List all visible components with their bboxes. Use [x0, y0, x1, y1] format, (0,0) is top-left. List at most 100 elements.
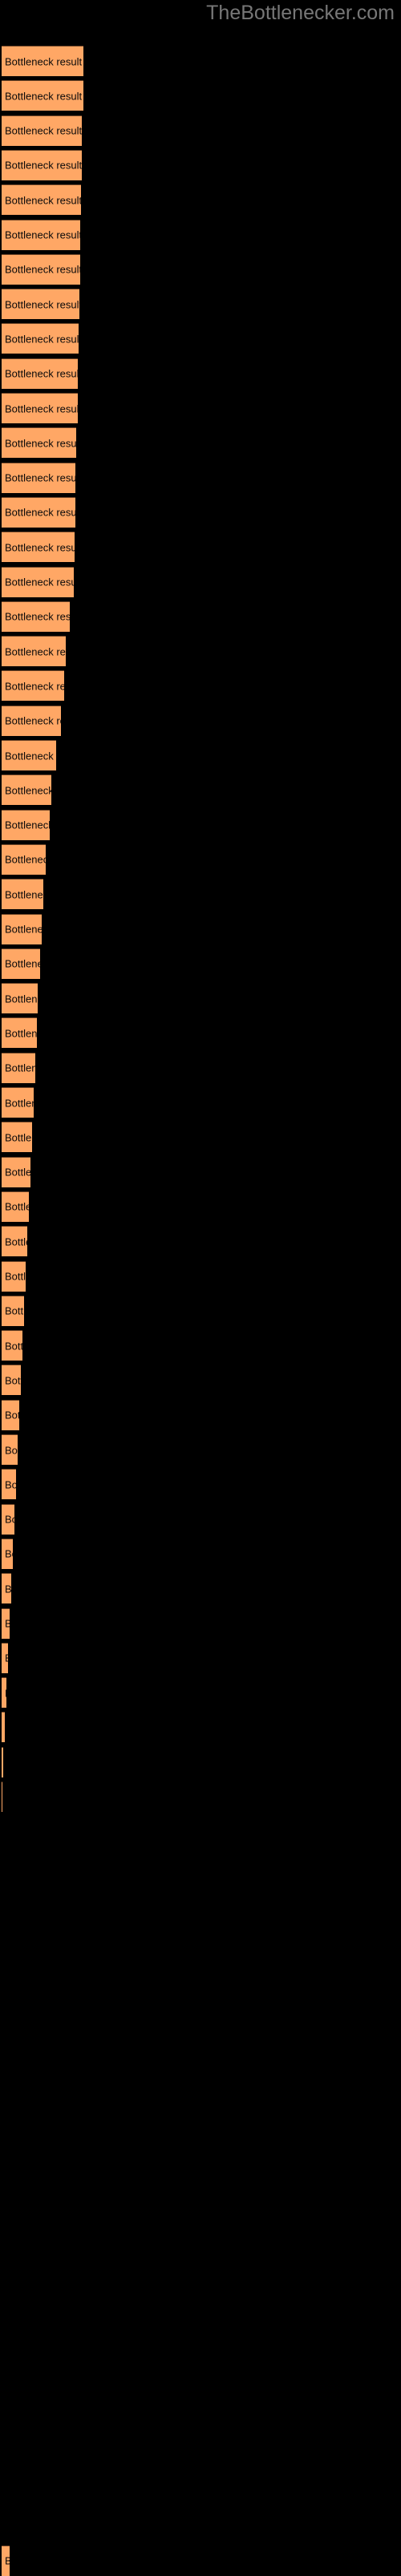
bar-label: Bottleneck result [5, 437, 76, 450]
bar-44: Bottleneck result [2, 1538, 13, 1569]
bar-label: Bottleneck result [5, 923, 42, 936]
bar-49: Bottleneck result [2, 1712, 5, 1743]
bar-40: Bottleneck result [2, 1399, 19, 1430]
bar-label: Bottleneck result [5, 1340, 22, 1353]
bar-43: Bottleneck result [2, 1503, 14, 1535]
bar-label: Bottleneck result [5, 680, 64, 693]
bar-48: Bottleneck result [2, 1677, 6, 1709]
bar-25: Bottleneck result [2, 879, 43, 910]
bar-label: Bottleneck result [5, 2555, 10, 2567]
bar-label: Bottleneck result [5, 1652, 8, 1664]
bar-41: Bottleneck result [2, 1434, 18, 1465]
bar-37: Bottleneck result [2, 1295, 24, 1326]
bar-15: Bottleneck result [2, 532, 75, 563]
bar-label: Bottleneck result [5, 1444, 18, 1456]
bar-label: Bottleneck result [5, 750, 56, 762]
bar-5: Bottleneck result [2, 184, 81, 216]
bar-4: Bottleneck result [2, 149, 82, 180]
bar-label: Bottleneck result [5, 90, 83, 103]
bar-31: Bottleneck result [2, 1087, 34, 1118]
bar-label: Bottleneck result [5, 610, 70, 623]
bar-45: Bottleneck result [2, 1573, 11, 1604]
bar-35: Bottleneck result [2, 1226, 27, 1257]
bar-34: Bottleneck result [2, 1191, 29, 1222]
bar-13: Bottleneck result [2, 462, 75, 493]
bar-label: Bottleneck result [5, 1304, 24, 1317]
bar-3: Bottleneck result [2, 115, 82, 146]
bar-42: Bottleneck result [2, 1469, 16, 1500]
bar-label: Bottleneck result [5, 1131, 32, 1144]
bar-label: Bottleneck result [5, 1618, 10, 1630]
bar-label: Bottleneck result [5, 888, 43, 901]
bar-label: Bottleneck result [5, 541, 75, 554]
bar-label: Bottleneck result [5, 1270, 26, 1283]
bar-label: Bottleneck result [5, 159, 82, 172]
bar-73: Bottleneck result [2, 2545, 10, 2576]
bar-label: Bottleneck result [5, 402, 78, 415]
bar-32: Bottleneck result [2, 1122, 32, 1153]
bar-7: Bottleneck result [2, 253, 80, 285]
bar-label: Bottleneck result [5, 298, 79, 311]
bar-label: Bottleneck result [5, 333, 79, 346]
bar-6: Bottleneck result [2, 219, 80, 250]
bar-label: Bottleneck result [5, 124, 82, 137]
bar-10: Bottleneck result [2, 358, 78, 389]
bar-22: Bottleneck result [2, 774, 51, 806]
bar-23: Bottleneck result [2, 809, 50, 840]
bar-label: Bottleneck result [5, 1687, 6, 1699]
bar-26: Bottleneck result [2, 913, 42, 944]
bar-11: Bottleneck result [2, 393, 78, 423]
bar-50: Bottleneck result [2, 1746, 3, 1777]
bar-label: Bottleneck result [5, 853, 46, 866]
bar-17: Bottleneck result [2, 601, 70, 632]
bar-label: Bottleneck result [5, 1235, 27, 1248]
bar-14: Bottleneck result [2, 496, 75, 528]
bar-label: Bottleneck result [5, 819, 50, 831]
bar-2: Bottleneck result [2, 80, 83, 111]
bar-label: Bottleneck result [5, 1027, 37, 1040]
bar-18: Bottleneck result [2, 636, 66, 667]
bar-label: Bottleneck result [5, 1374, 21, 1387]
bar-label: Bottleneck result [5, 957, 40, 970]
bar-label: Bottleneck result [5, 1409, 19, 1421]
bar-38: Bottleneck result [2, 1330, 22, 1361]
bar-label: Bottleneck result [5, 993, 38, 1005]
bar-label: Bottleneck result [5, 784, 51, 797]
bar-label: Bottleneck result [5, 1513, 14, 1526]
bar-label: Bottleneck result [5, 471, 75, 484]
bar-30: Bottleneck result [2, 1052, 35, 1083]
bar-36: Bottleneck result [2, 1260, 26, 1292]
bar-label: Bottleneck result [5, 1547, 13, 1560]
bar-8: Bottleneck result [2, 289, 79, 320]
bar-label: Bottleneck result [5, 645, 66, 658]
bar-39: Bottleneck result [2, 1365, 21, 1396]
bar-label: Bottleneck result [5, 228, 80, 241]
bar-label: Bottleneck result [5, 55, 83, 67]
bar-label: Bottleneck result [5, 263, 80, 276]
bar-46: Bottleneck result [2, 1607, 10, 1639]
bar-20: Bottleneck result [2, 705, 61, 736]
bar-label: Bottleneck result [5, 367, 78, 380]
bar-label: Bottleneck result [5, 714, 61, 727]
bar-24: Bottleneck result [2, 843, 46, 875]
bar-label: Bottleneck result [5, 1062, 35, 1074]
bar-33: Bottleneck result [2, 1156, 30, 1187]
bar-label: Bottleneck result [5, 506, 75, 519]
bar-label: Bottleneck result [5, 1583, 11, 1595]
bar-label: Bottleneck result [5, 1478, 16, 1491]
bar-label: Bottleneck result [5, 1166, 30, 1179]
bottleneck-bar-chart: Bottleneck result Bottleneck result Bottle… [0, 0, 401, 2576]
bar-label: Bottleneck result [5, 1097, 34, 1109]
bar-9: Bottleneck result [2, 323, 79, 354]
bar-label: Bottleneck result [5, 1200, 29, 1213]
bar-19: Bottleneck result [2, 670, 64, 702]
bar-27: Bottleneck result [2, 948, 40, 979]
bar-29: Bottleneck result [2, 1017, 37, 1049]
bar-12: Bottleneck result [2, 427, 76, 459]
bar-21: Bottleneck result [2, 740, 56, 770]
bar-28: Bottleneck result [2, 983, 38, 1014]
bar-label: Bottleneck result [5, 576, 74, 588]
bar-47: Bottleneck result [2, 1642, 8, 1673]
bar-16: Bottleneck result [2, 566, 74, 597]
bar-1: Bottleneck result [2, 46, 83, 76]
